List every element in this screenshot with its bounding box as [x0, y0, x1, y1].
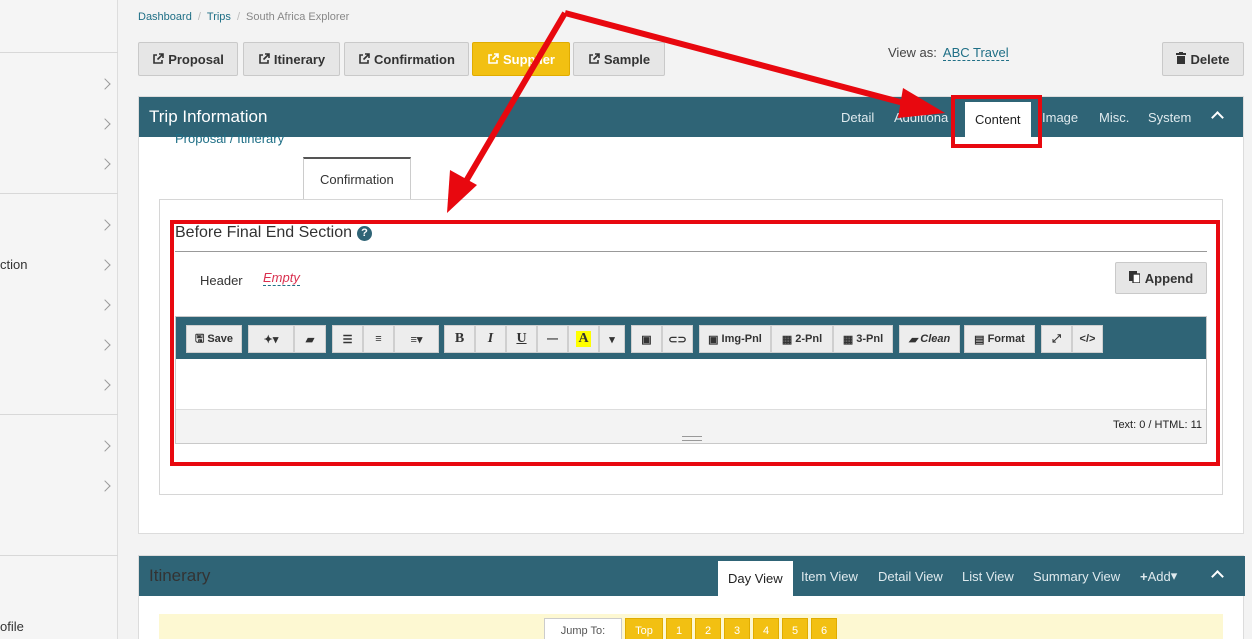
subtab-proposal-itinerary[interactable]: Proposal / Itinerary — [159, 117, 300, 159]
sample-button[interactable]: Sample — [573, 42, 665, 76]
chevron-right-icon[interactable] — [99, 379, 111, 391]
view-as: View as: ABC Travel — [888, 45, 1009, 61]
annotation-highlight-section — [170, 220, 1220, 466]
jump-day-button[interactable]: 4 — [753, 618, 779, 639]
collapse-icon[interactable] — [1211, 111, 1224, 124]
tab-list-view[interactable]: List View — [962, 556, 1014, 596]
jump-to-label: Jump To: — [544, 618, 622, 639]
external-link-icon — [358, 53, 370, 65]
sidebar-divider — [0, 414, 118, 415]
jump-day-button[interactable]: 6 — [811, 618, 837, 639]
chevron-right-icon[interactable] — [99, 299, 111, 311]
trash-icon — [1176, 51, 1187, 67]
tab-day-view[interactable]: Day View — [718, 561, 793, 596]
tab-summary-view[interactable]: Summary View — [1033, 556, 1120, 596]
breadcrumb-dashboard[interactable]: Dashboard — [138, 11, 192, 23]
sidebar: ction ofile — [0, 0, 118, 639]
jump-day-button[interactable]: 2 — [695, 618, 721, 639]
external-link-icon — [588, 53, 600, 65]
chevron-right-icon[interactable] — [99, 259, 111, 271]
external-link-icon — [258, 53, 270, 65]
tab-item-view[interactable]: Item View — [801, 556, 858, 596]
panel-header: Itinerary Day View Item View Detail View… — [139, 556, 1245, 596]
confirmation-button[interactable]: Confirmation — [344, 42, 469, 76]
add-dropdown[interactable]: + Add ▾ — [1140, 556, 1177, 596]
breadcrumb: Dashboard / Trips / South Africa Explorer — [138, 11, 350, 23]
panel-title: Itinerary — [149, 566, 211, 585]
chevron-right-icon[interactable] — [99, 480, 111, 492]
jump-day-button[interactable]: 3 — [724, 618, 750, 639]
view-as-select[interactable]: ABC Travel — [942, 45, 1009, 61]
collapse-icon[interactable] — [1211, 570, 1224, 583]
tab-image[interactable]: Image — [1042, 97, 1078, 137]
itinerary-panel: Itinerary Day View Item View Detail View… — [138, 555, 1245, 639]
jump-day-button[interactable]: 5 — [782, 618, 808, 639]
delete-button[interactable]: Delete — [1162, 42, 1244, 76]
tab-detail-view[interactable]: Detail View — [878, 556, 943, 596]
chevron-right-icon[interactable] — [99, 158, 111, 170]
breadcrumb-current: South Africa Explorer — [246, 11, 350, 23]
jump-top-button[interactable]: Top — [625, 618, 663, 639]
chevron-right-icon[interactable] — [99, 78, 111, 90]
itinerary-button[interactable]: Itinerary — [243, 42, 340, 76]
panel-header: Trip Information Detail Additiona Conten… — [139, 97, 1243, 137]
tab-system[interactable]: System — [1148, 97, 1191, 137]
jump-day-button[interactable]: 1 — [666, 618, 692, 639]
view-as-label: View as: — [888, 45, 937, 60]
tab-detail[interactable]: Detail — [841, 97, 874, 137]
tab-misc[interactable]: Misc. — [1099, 97, 1129, 137]
external-link-icon — [487, 53, 499, 65]
proposal-button[interactable]: Proposal — [138, 42, 238, 76]
chevron-right-icon[interactable] — [99, 118, 111, 130]
caret-down-icon: ▾ — [1170, 568, 1178, 583]
tab-additional[interactable]: Additiona — [894, 97, 948, 137]
annotation-highlight-content-tab — [951, 95, 1042, 148]
breadcrumb-trips[interactable]: Trips — [207, 11, 231, 23]
chevron-right-icon[interactable] — [99, 440, 111, 452]
external-link-icon — [152, 53, 164, 65]
sidebar-divider — [0, 555, 118, 556]
sidebar-divider — [0, 193, 118, 194]
sidebar-item-label[interactable]: ction — [0, 257, 27, 272]
supplier-button[interactable]: Supplier — [472, 42, 570, 76]
chevron-right-icon[interactable] — [99, 219, 111, 231]
jump-bar: Jump To: Top 1 2 3 4 5 6 — [159, 614, 1223, 639]
plus-icon: + — [1140, 568, 1148, 584]
sidebar-divider — [0, 52, 118, 53]
sidebar-item-label[interactable]: ofile — [0, 619, 24, 634]
chevron-right-icon[interactable] — [99, 339, 111, 351]
subtab-confirmation[interactable]: Confirmation — [303, 157, 411, 199]
